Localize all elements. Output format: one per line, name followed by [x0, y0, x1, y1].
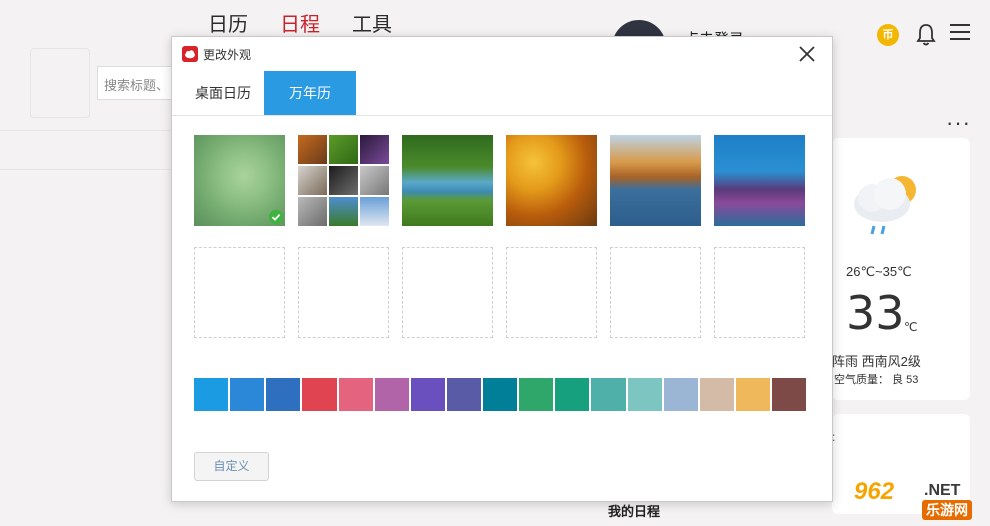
color-swatch-8[interactable] — [446, 378, 481, 411]
color-swatch-3[interactable] — [266, 378, 301, 411]
sidebar-row — [0, 130, 172, 170]
color-swatch-11[interactable] — [555, 378, 590, 411]
empty-theme-slot[interactable] — [402, 247, 493, 338]
sidebar-toolbar — [0, 250, 172, 300]
nav-calendar[interactable]: 日历 — [208, 8, 248, 37]
sidebar-panel — [30, 48, 90, 118]
coin-icon[interactable]: 币 — [877, 24, 899, 46]
tab-perpetual-calendar[interactable]: 万年历 — [264, 71, 356, 115]
empty-theme-slot[interactable] — [610, 247, 701, 338]
custom-button[interactable]: 自定义 — [194, 452, 269, 481]
theme-thumbnail-photo-collage[interactable] — [298, 135, 389, 226]
color-swatch-6[interactable] — [374, 378, 409, 411]
watermark-net: .NET — [924, 482, 961, 499]
top-navigation: 日历 日程 工具 — [208, 8, 392, 37]
rain-cloud-icon — [854, 176, 916, 235]
selected-check-icon — [269, 210, 283, 224]
dialog-header: 更改外观 — [172, 37, 832, 71]
empty-theme-slot[interactable] — [714, 247, 805, 338]
theme-thumbnail-autumn-river[interactable] — [610, 135, 701, 226]
more-options-icon[interactable]: ··· — [946, 110, 971, 136]
app-logo-icon — [182, 46, 198, 62]
air-quality: 空气质量： 良 53 — [834, 374, 919, 386]
watermark-sub: 乐游网 — [922, 500, 972, 520]
weather-description: 阵雨 西南风2级 — [832, 354, 921, 369]
color-swatch-17[interactable] — [772, 378, 807, 411]
appearance-dialog: 更改外观 桌面日历 万年历 自定义 — [171, 36, 833, 502]
close-icon[interactable] — [798, 45, 816, 63]
color-swatch-5[interactable] — [338, 378, 373, 411]
watermark-brand: 962 — [854, 478, 895, 505]
color-swatch-13[interactable] — [627, 378, 662, 411]
color-swatch-2[interactable] — [230, 378, 265, 411]
theme-thumbnail-blur-green[interactable] — [194, 135, 285, 226]
color-swatch-12[interactable] — [591, 378, 626, 411]
theme-thumbnail-coral-reef[interactable] — [714, 135, 805, 226]
my-schedule-heading: 我的日程 — [608, 504, 661, 519]
color-swatch-10[interactable] — [519, 378, 554, 411]
hamburger-menu-icon[interactable] — [950, 24, 970, 44]
color-swatch-1[interactable] — [194, 378, 229, 411]
current-temperature: 33 — [846, 286, 905, 340]
theme-thumbnail-green-stream[interactable] — [402, 135, 493, 226]
color-swatch-15[interactable] — [699, 378, 734, 411]
weather-card: 26℃~35℃ 33 ℃ 阵雨 西南风2级 空气质量： 良 53 — [832, 138, 970, 400]
theme-thumbnail-autumn-leaves[interactable] — [506, 135, 597, 226]
search-input[interactable]: 搜索标题、 — [97, 66, 177, 100]
color-swatch-4[interactable] — [302, 378, 337, 411]
color-swatch-9[interactable] — [483, 378, 518, 411]
tab-bar: 桌面日历 万年历 — [172, 71, 832, 116]
color-swatch-14[interactable] — [663, 378, 698, 411]
nav-schedule[interactable]: 日程 — [280, 8, 320, 37]
bell-icon[interactable] — [915, 22, 937, 46]
temperature-range: 26℃~35℃ — [846, 264, 912, 279]
temperature-unit: ℃ — [904, 320, 918, 334]
tab-desktop-calendar[interactable]: 桌面日历 — [182, 71, 264, 115]
empty-theme-slot[interactable] — [506, 247, 597, 338]
color-swatch-row — [194, 378, 807, 411]
empty-theme-slot[interactable] — [194, 247, 285, 338]
dialog-title: 更改外观 — [203, 48, 252, 62]
nav-tools[interactable]: 工具 — [352, 8, 392, 37]
color-swatch-16[interactable] — [735, 378, 770, 411]
color-swatch-7[interactable] — [410, 378, 445, 411]
empty-theme-slot[interactable] — [298, 247, 389, 338]
